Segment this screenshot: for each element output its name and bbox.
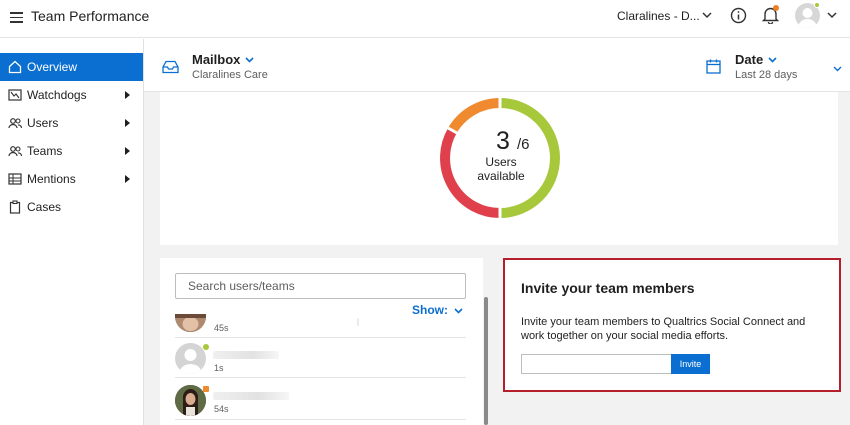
sidebar-item-cases[interactable]: Cases bbox=[0, 193, 143, 221]
main-content: Mailbox Claralines Care Date Last 28 day… bbox=[144, 39, 850, 425]
online-status-dot bbox=[814, 2, 820, 8]
watchdog-icon bbox=[8, 89, 22, 101]
invite-card: Invite your team members Invite your tea… bbox=[503, 258, 841, 392]
teams-icon bbox=[8, 146, 22, 157]
chevron-down-icon[interactable] bbox=[826, 9, 838, 21]
total-count: /6 bbox=[517, 136, 530, 153]
clipboard-icon bbox=[9, 200, 21, 214]
mentions-icon bbox=[8, 173, 22, 185]
user-row[interactable]: 1s bbox=[175, 340, 466, 378]
away-status-dot bbox=[203, 386, 209, 392]
caret-right-icon bbox=[125, 175, 130, 183]
away-segment bbox=[448, 98, 501, 134]
info-icon[interactable] bbox=[730, 7, 747, 24]
user-name-placeholder bbox=[213, 392, 289, 400]
caret-right-icon bbox=[125, 119, 130, 127]
users-panel: Show: 45s 1s 54s bbox=[160, 258, 483, 425]
sidebar-item-label: Teams bbox=[27, 144, 63, 158]
top-bar: Team Performance Claralines - D... bbox=[0, 0, 850, 38]
brand-selector[interactable]: Claralines - D... bbox=[617, 9, 700, 23]
user-name-placeholder bbox=[213, 351, 279, 359]
sidebar-item-mentions[interactable]: Mentions bbox=[0, 165, 143, 193]
menu-icon[interactable] bbox=[10, 12, 23, 23]
caret-right-icon bbox=[125, 91, 130, 99]
avatar bbox=[175, 314, 206, 332]
user-last-seen: 1s bbox=[214, 363, 224, 373]
date-filter[interactable]: Date bbox=[735, 52, 763, 67]
notification-dot bbox=[773, 5, 779, 11]
sidebar-item-overview[interactable]: Overview bbox=[0, 53, 143, 81]
mailbox-filter[interactable]: Mailbox bbox=[192, 52, 240, 67]
search-input[interactable] bbox=[175, 273, 466, 299]
sidebar-item-teams[interactable]: Teams bbox=[0, 137, 143, 165]
date-value: Last 28 days bbox=[735, 69, 798, 81]
available-count: 3 bbox=[496, 127, 510, 155]
invite-button[interactable]: Invite bbox=[671, 354, 710, 374]
users-icon bbox=[8, 118, 22, 129]
sidebar-item-label: Mentions bbox=[27, 172, 76, 186]
sidebar-item-label: Cases bbox=[27, 200, 62, 214]
chevron-down-icon[interactable] bbox=[244, 54, 255, 65]
user-row[interactable]: 54s bbox=[175, 382, 466, 420]
sidebar-item-label: Watchdogs bbox=[27, 88, 87, 102]
invite-title: Invite your team members bbox=[521, 280, 695, 296]
inbox-icon bbox=[162, 60, 179, 74]
invite-email-input[interactable] bbox=[521, 354, 671, 374]
home-icon bbox=[8, 60, 22, 74]
caret-right-icon bbox=[125, 147, 130, 155]
user-last-seen: 45s bbox=[214, 323, 229, 333]
availability-card: 3 /6 Users available bbox=[160, 92, 838, 245]
filter-header: Mailbox Claralines Care Date Last 28 day… bbox=[144, 39, 850, 92]
user-row[interactable]: 45s bbox=[175, 300, 466, 338]
user-last-seen: 54s bbox=[214, 404, 229, 414]
avatar bbox=[175, 385, 206, 416]
chevron-down-icon[interactable] bbox=[767, 54, 778, 65]
sidebar: Overview Watchdogs Users Teams Mentions … bbox=[0, 39, 144, 425]
mailbox-value: Claralines Care bbox=[192, 69, 268, 81]
donut-caption: Users available bbox=[477, 155, 525, 183]
chevron-down-icon[interactable] bbox=[832, 63, 843, 74]
sidebar-item-label: Overview bbox=[27, 60, 78, 74]
user-name-placeholder bbox=[357, 318, 359, 326]
invite-description: Invite your team members to Qualtrics So… bbox=[521, 316, 806, 342]
avatar bbox=[175, 343, 206, 374]
app-title: Team Performance bbox=[31, 8, 150, 24]
sidebar-item-label: Users bbox=[27, 116, 59, 130]
calendar-icon bbox=[706, 59, 721, 74]
sidebar-item-users[interactable]: Users bbox=[0, 109, 143, 137]
users-scrollbar[interactable] bbox=[484, 297, 488, 425]
sidebar-item-watchdogs[interactable]: Watchdogs bbox=[0, 81, 143, 109]
online-status-dot bbox=[203, 344, 209, 350]
chevron-down-icon[interactable] bbox=[701, 9, 713, 21]
